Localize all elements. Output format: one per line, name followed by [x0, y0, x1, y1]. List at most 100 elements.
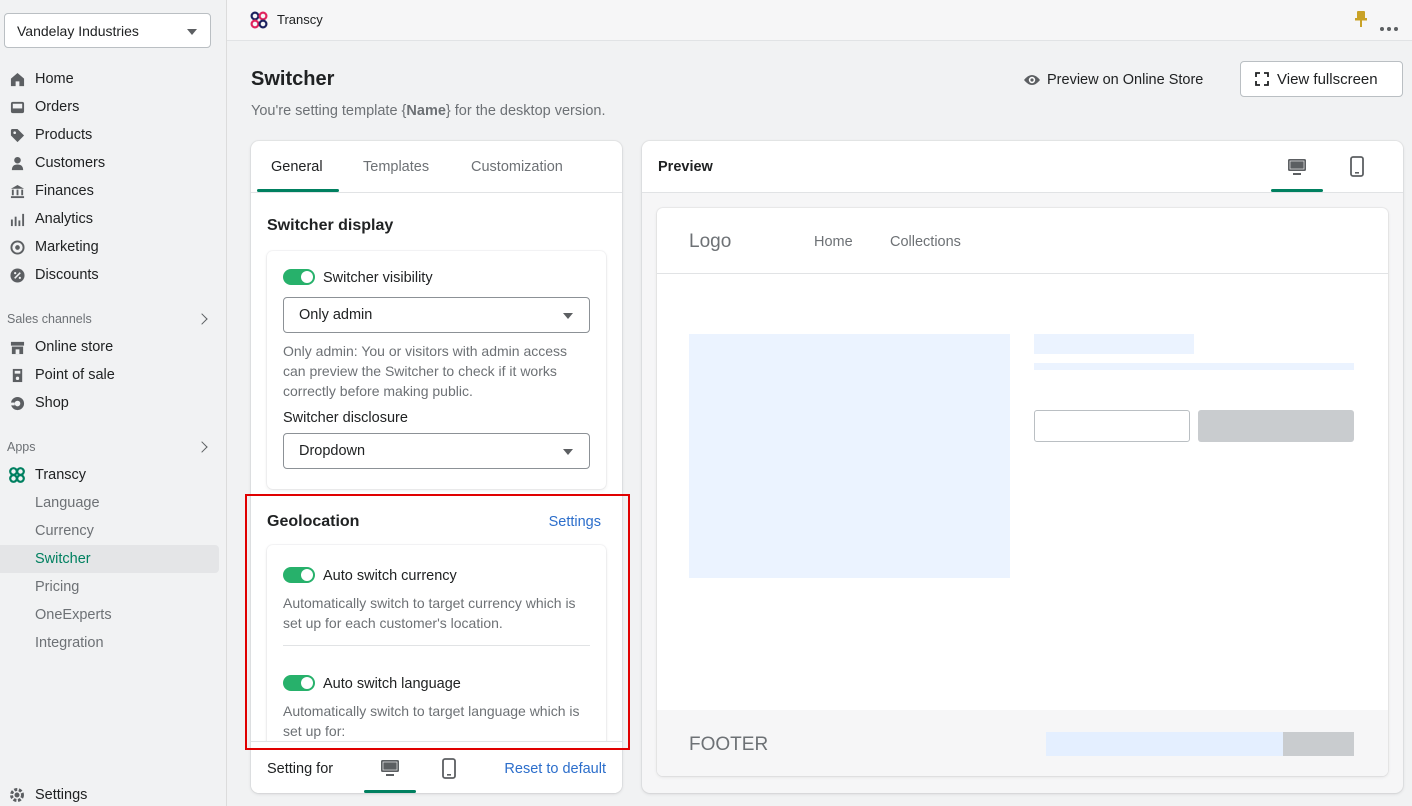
sidebar-subitem-language[interactable]: Language	[0, 489, 219, 517]
sidebar-item-online-store[interactable]: Online store	[0, 333, 220, 361]
page-subtitle: You're setting template {Name} for the d…	[251, 103, 606, 119]
auto-switch-language-help: Automatically switch to target language …	[283, 703, 580, 739]
sidebar-item-label: Products	[35, 127, 93, 143]
auto-switch-language-toggle[interactable]	[283, 675, 315, 691]
mobile-icon[interactable]	[441, 758, 457, 779]
sidebar-item-label: Customers	[35, 155, 106, 171]
sidebar-item-label: Marketing	[35, 239, 99, 255]
app-topbar: Transcy	[227, 0, 1412, 41]
mockup-nav-home: Home	[814, 234, 853, 250]
sidebar-item-finances[interactable]: Finances	[0, 177, 220, 205]
sidebar-item-label: Shop	[35, 395, 69, 411]
desktop-icon[interactable]	[380, 758, 400, 778]
bar-chart-icon	[9, 211, 25, 227]
sidebar-item-home[interactable]: Home	[0, 65, 220, 93]
mockup-logo: Logo	[689, 231, 732, 252]
geolocation-title: Geolocation	[267, 513, 360, 530]
desktop-icon[interactable]	[1287, 157, 1307, 177]
gear-icon	[9, 787, 25, 803]
setting-for-bar: Setting for Reset to default	[251, 741, 622, 793]
sidebar-item-marketing[interactable]: Marketing	[0, 233, 220, 261]
sidebar-subitem-currency[interactable]: Currency	[0, 517, 219, 545]
sidebar-item-label: Settings	[35, 787, 88, 803]
mockup-button-placeholder	[1198, 410, 1354, 442]
active-device-indicator	[364, 790, 416, 793]
apps-heading: Apps	[7, 440, 36, 454]
preview-online-store-link[interactable]: Preview on Online Store	[1023, 70, 1203, 90]
store-icon	[9, 339, 25, 355]
mockup-footer-label: FOOTER	[689, 734, 769, 755]
sidebar-item-label: Discounts	[35, 267, 99, 283]
page-title: Switcher	[251, 68, 335, 90]
auto-switch-currency-label: Auto switch currency	[323, 568, 457, 584]
sidebar-subitem-integration[interactable]: Integration	[0, 629, 219, 657]
mockup-navbar: Logo Home Collections	[657, 208, 1388, 274]
sidebar-subitem-pricing[interactable]: Pricing	[0, 573, 219, 601]
sidebar: Vandelay Industries Home Orders Products…	[0, 0, 227, 806]
divider	[283, 645, 590, 646]
switcher-visibility-help: Only admin: You or visitors with admin a…	[283, 343, 568, 399]
mockup-input-placeholder	[1034, 410, 1190, 442]
sidebar-item-settings[interactable]: Settings	[0, 781, 220, 806]
tab-general[interactable]: General	[271, 159, 323, 175]
more-horizontal-icon[interactable]	[1380, 18, 1398, 31]
pos-icon	[9, 367, 25, 383]
sidebar-item-label: Home	[35, 71, 74, 87]
pin-icon[interactable]	[1353, 10, 1369, 28]
store-selector[interactable]: Vandelay Industries	[4, 13, 211, 48]
tab-customization[interactable]: Customization	[471, 159, 563, 175]
sidebar-subitem-switcher[interactable]: Switcher	[0, 545, 219, 573]
sidebar-item-analytics[interactable]: Analytics	[0, 205, 220, 233]
sidebar-item-label: Transcy	[35, 467, 87, 483]
sales-channels-heading: Sales channels	[7, 312, 92, 326]
settings-scroll-area[interactable]: Switcher display Switcher visibility Onl…	[251, 193, 622, 741]
mobile-icon[interactable]	[1349, 156, 1365, 177]
eye-icon	[1023, 73, 1041, 87]
sidebar-item-point-of-sale[interactable]: Point of sale	[0, 361, 220, 389]
preview-card: Preview Logo Home Collections FOOTER	[642, 141, 1403, 793]
sidebar-item-transcy[interactable]: Transcy	[0, 461, 220, 489]
sidebar-item-orders[interactable]: Orders	[0, 93, 220, 121]
target-icon	[9, 239, 25, 255]
switcher-disclosure-label: Switcher disclosure	[283, 410, 408, 426]
sidebar-subitem-oneexperts[interactable]: OneExperts	[0, 601, 219, 629]
home-icon	[9, 71, 25, 87]
active-device-indicator	[1271, 189, 1323, 192]
chevron-down-icon	[187, 29, 197, 35]
chevron-down-icon	[563, 449, 573, 455]
geolocation-settings-link[interactable]: Settings	[549, 514, 601, 530]
transcy-logo-icon	[250, 11, 268, 29]
reset-to-default-link[interactable]: Reset to default	[504, 761, 606, 777]
sidebar-item-shop[interactable]: Shop	[0, 389, 220, 417]
tag-icon	[9, 127, 25, 143]
preview-header: Preview	[642, 141, 1403, 193]
orders-icon	[9, 99, 25, 115]
sidebar-item-products[interactable]: Products	[0, 121, 220, 149]
sidebar-item-label: Online store	[35, 339, 114, 355]
setting-for-label: Setting for	[267, 761, 334, 777]
switcher-disclosure-select[interactable]: Dropdown	[283, 433, 590, 469]
storefront-mockup: Logo Home Collections FOOTER	[657, 208, 1388, 776]
mockup-title-placeholder	[1034, 334, 1194, 354]
mockup-footer: FOOTER	[657, 710, 1388, 776]
view-fullscreen-button[interactable]: View fullscreen	[1240, 61, 1403, 97]
auto-switch-language-label: Auto switch language	[323, 676, 461, 692]
sidebar-item-label: Analytics	[35, 211, 94, 227]
switcher-visibility-toggle[interactable]	[283, 269, 315, 285]
chevron-down-icon	[563, 313, 573, 319]
auto-switch-currency-help: Automatically switch to target currency …	[283, 595, 576, 631]
switcher-visibility-select[interactable]: Only admin	[283, 297, 590, 333]
chevron-right-icon[interactable]	[196, 313, 208, 325]
sidebar-item-discounts[interactable]: Discounts	[0, 261, 220, 289]
auto-switch-currency-toggle[interactable]	[283, 567, 315, 583]
chevron-right-icon[interactable]	[196, 441, 208, 453]
sidebar-item-label: Orders	[35, 99, 80, 115]
discount-icon	[9, 267, 25, 283]
app-title: Transcy	[277, 12, 323, 27]
geolocation-card: Auto switch currency Automatically switc…	[267, 545, 606, 741]
sidebar-item-customers[interactable]: Customers	[0, 149, 220, 177]
preview-title: Preview	[658, 159, 713, 175]
bank-icon	[9, 183, 25, 199]
tab-templates[interactable]: Templates	[363, 159, 429, 175]
settings-card: General Templates Customization Switcher…	[251, 141, 622, 793]
